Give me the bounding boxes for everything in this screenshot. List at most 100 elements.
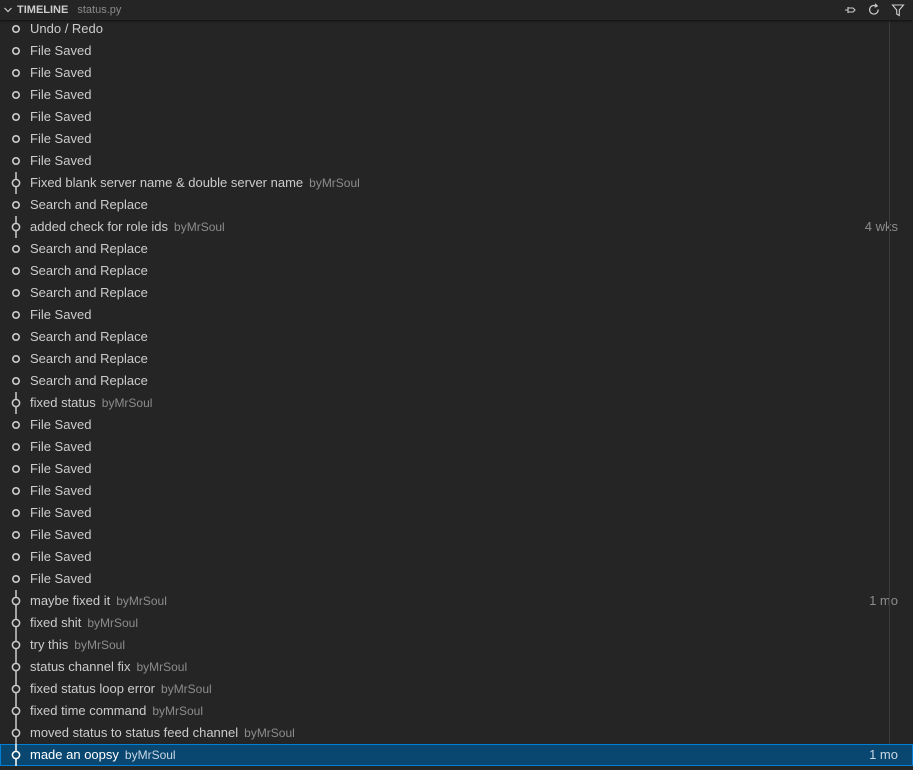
timeline-item-title: made an oopsy — [30, 747, 119, 762]
timeline-item-label: Search and Replace — [30, 194, 148, 216]
timeline-item-label: File Saved — [30, 84, 91, 106]
timeline-item[interactable]: File Saved — [0, 458, 913, 480]
timeline-item[interactable]: maybe fixed it byMrSoul 1 mo — [0, 590, 913, 612]
pin-icon[interactable] — [839, 0, 861, 20]
timeline-item[interactable]: fixed shit byMrSoul — [0, 612, 913, 634]
timeline-item-title: added check for role ids — [30, 219, 169, 234]
timeline-item[interactable]: Search and Replace — [0, 282, 913, 304]
timeline-item-author: byMrSoul — [244, 726, 295, 740]
timeline-item[interactable]: try this byMrSoul — [0, 634, 913, 656]
history-node-icon — [10, 480, 22, 502]
timeline-item-title: File Saved — [30, 417, 92, 432]
history-node-icon — [10, 260, 22, 282]
timeline-item-label: added check for role ids byMrSoul — [30, 216, 225, 238]
timeline-item[interactable]: made an oopsy byMrSoul 1 mo — [0, 744, 913, 766]
timeline-item-title: maybe fixed it — [30, 593, 111, 608]
git-commit-icon — [10, 700, 22, 722]
git-commit-icon — [10, 612, 22, 634]
timeline-item-label: Search and Replace — [30, 370, 148, 392]
scrollbar-track[interactable] — [889, 22, 890, 744]
timeline-item[interactable]: File Saved — [0, 502, 913, 524]
timeline-item-title: File Saved — [30, 527, 92, 542]
timeline-item-title: Search and Replace — [30, 263, 148, 278]
timeline-item[interactable]: Search and Replace — [0, 326, 913, 348]
timeline-item[interactable]: fixed status byMrSoul — [0, 392, 913, 414]
history-node-icon — [10, 40, 22, 62]
history-node-icon — [10, 304, 22, 326]
refresh-icon[interactable] — [863, 0, 885, 20]
timeline-item[interactable]: File Saved — [0, 414, 913, 436]
git-commit-icon — [10, 656, 22, 678]
timeline-item[interactable]: Search and Replace — [0, 194, 913, 216]
timeline-item-title: Fixed blank server name & double server … — [30, 175, 304, 190]
timeline-item[interactable]: Search and Replace — [0, 370, 913, 392]
timeline-item-label: moved status to status feed channel byMrS… — [30, 722, 295, 744]
timeline-item[interactable]: File Saved — [0, 150, 913, 172]
timeline-item-title: fixed status loop error — [30, 681, 156, 696]
timeline-item[interactable]: File Saved — [0, 106, 913, 128]
timeline-item-title: File Saved — [30, 43, 92, 58]
git-commit-icon — [10, 590, 22, 612]
timeline-item-label: File Saved — [30, 480, 91, 502]
timeline-item-label: File Saved — [30, 304, 91, 326]
history-node-icon — [10, 18, 22, 40]
history-node-icon — [10, 84, 22, 106]
timeline-item[interactable]: File Saved — [0, 480, 913, 502]
timeline-item-title: fixed status — [30, 395, 96, 410]
history-node-icon — [10, 106, 22, 128]
timeline-item-author: byMrSoul — [174, 220, 225, 234]
history-node-icon — [10, 414, 22, 436]
timeline-item-label: status channel fix byMrSoul — [30, 656, 187, 678]
timeline-item-title: Search and Replace — [30, 241, 148, 256]
panel-subtitle: status.py — [77, 4, 122, 16]
timeline-item-label: File Saved — [30, 414, 91, 436]
timeline-item-label: fixed time command byMrSoul — [30, 700, 203, 722]
timeline-item-label: fixed status byMrSoul — [30, 392, 152, 414]
timeline-item[interactable]: File Saved — [0, 524, 913, 546]
timeline-item[interactable]: File Saved — [0, 568, 913, 590]
history-node-icon — [10, 436, 22, 458]
header-actions — [839, 0, 909, 20]
history-node-icon — [10, 568, 22, 590]
timeline-item[interactable]: File Saved — [0, 436, 913, 458]
timeline-item-label: fixed status loop error byMrSoul — [30, 678, 212, 700]
timeline-item[interactable]: File Saved — [0, 546, 913, 568]
timeline-item[interactable]: Search and Replace — [0, 238, 913, 260]
timeline-item[interactable]: Search and Replace — [0, 348, 913, 370]
timeline-item[interactable]: status channel fix byMrSoul — [0, 656, 913, 678]
timeline-item[interactable]: File Saved — [0, 62, 913, 84]
timeline-item[interactable]: File Saved — [0, 128, 913, 150]
git-commit-icon — [10, 216, 22, 238]
timeline-item[interactable]: File Saved — [0, 84, 913, 106]
timeline-item-title: File Saved — [30, 65, 92, 80]
history-node-icon — [10, 348, 22, 370]
timeline-item[interactable]: moved status to status feed channel byMrS… — [0, 722, 913, 744]
timeline-item-title: Search and Replace — [30, 373, 148, 388]
timeline-item-title: File Saved — [30, 461, 92, 476]
timeline-header[interactable]: TIMELINE status.py — [0, 0, 913, 20]
timeline-item-title: status channel fix — [30, 659, 131, 674]
chevron-down-icon[interactable] — [0, 0, 16, 20]
timeline-item-label: File Saved — [30, 62, 91, 84]
filter-icon[interactable] — [887, 0, 909, 20]
timeline-item-author: byMrSoul — [136, 660, 188, 674]
timeline-item[interactable]: added check for role ids byMrSoul 4 wks — [0, 216, 913, 238]
timeline-item[interactable]: fixed time command byMrSoul — [0, 700, 913, 722]
timeline-item-title: Search and Replace — [30, 197, 148, 212]
timeline-item-label: File Saved — [30, 546, 91, 568]
timeline-item-title: fixed time command — [30, 703, 147, 718]
timeline-item-time: 4 wks — [864, 219, 898, 234]
timeline-item[interactable]: fixed status loop error byMrSoul — [0, 678, 913, 700]
history-node-icon — [10, 128, 22, 150]
timeline-item[interactable]: Undo / Redo — [0, 18, 913, 40]
timeline-item-author: byMrSoul — [116, 594, 167, 608]
timeline-item[interactable]: Search and Replace — [0, 260, 913, 282]
history-node-icon — [10, 546, 22, 568]
timeline-item[interactable]: File Saved — [0, 304, 913, 326]
git-commit-icon — [10, 392, 22, 414]
timeline-item[interactable]: Fixed blank server name & double server … — [0, 172, 913, 194]
timeline-item-label: Search and Replace — [30, 326, 148, 348]
timeline-item[interactable]: File Saved — [0, 40, 913, 62]
timeline-item-label: File Saved — [30, 106, 91, 128]
timeline-item-title: Search and Replace — [30, 351, 148, 366]
